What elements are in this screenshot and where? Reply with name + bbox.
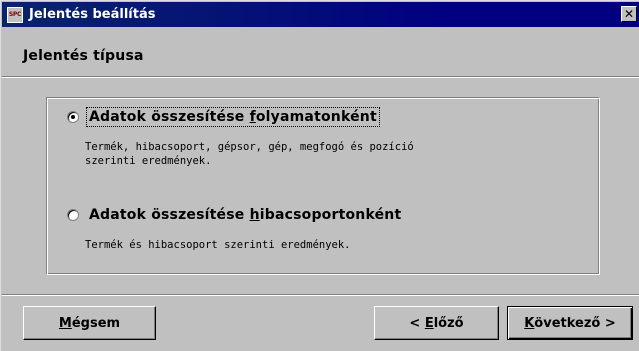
option-by-process[interactable]: Adatok összesítése folyamatonként [67,107,380,127]
cancel-button[interactable]: Mégsem [23,306,156,340]
option-by-defect-group-label[interactable]: Adatok összesítése hibacsoportonként [87,206,403,224]
header-separator [2,76,639,78]
close-icon: ✕ [623,7,635,21]
app-icon: SPC [7,6,23,23]
dialog-window: SPC Jelentés beállítás ✕ Jelentés típusa… [0,0,639,351]
close-button[interactable]: ✕ [621,6,637,22]
option-by-defect-group-description: Termék és hibacsoport szerinti eredménye… [85,239,351,251]
title-bar[interactable]: SPC Jelentés beállítás ✕ [2,2,639,27]
section-title: Jelentés típusa [23,48,144,64]
footer-separator [2,294,639,296]
window-title: Jelentés beállítás [29,7,156,22]
report-type-group: Adatok összesítése folyamatonként Termék… [46,97,600,275]
option-by-process-description: Termék, hibacsoport, gépsor, gép, megfog… [85,141,414,167]
radio-by-defect-group[interactable] [67,209,79,221]
previous-button[interactable]: < Előző [374,306,499,340]
option-by-process-label[interactable]: Adatok összesítése folyamatonként [86,107,380,127]
option-by-defect-group[interactable]: Adatok összesítése hibacsoportonként [67,206,403,224]
radio-by-process[interactable] [67,111,79,123]
next-button[interactable]: Következő > [507,306,633,340]
